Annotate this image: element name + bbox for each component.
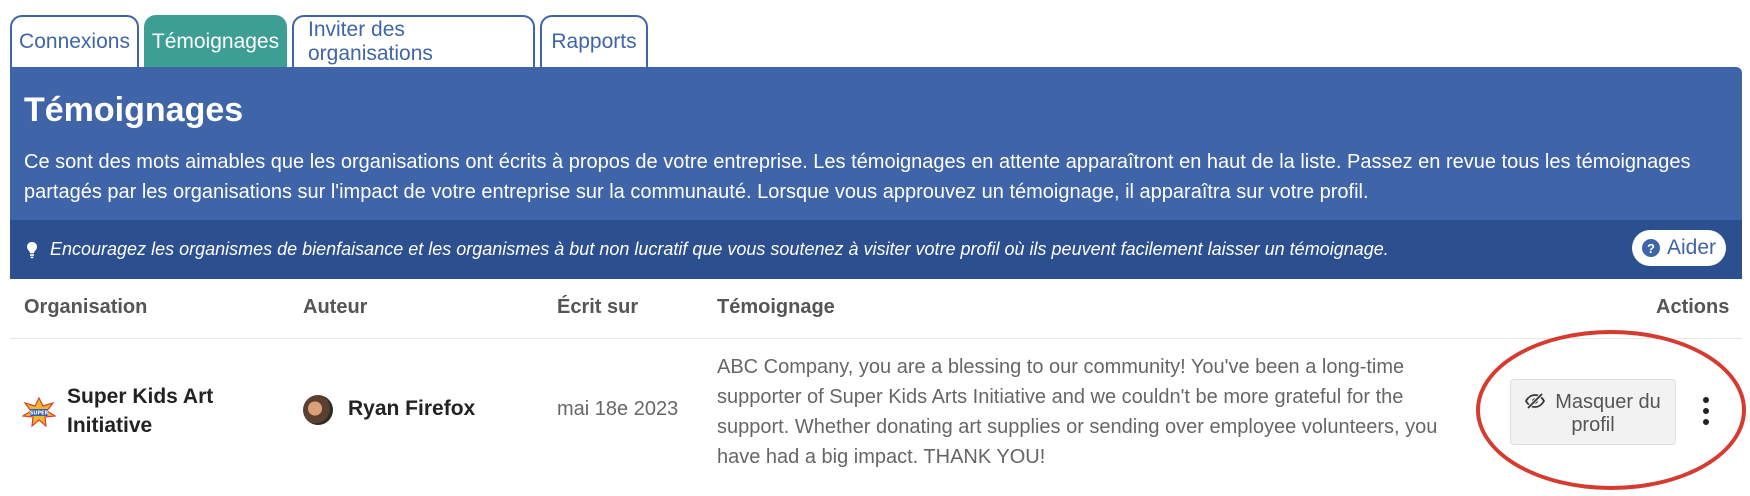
column-header-actions: Actions: [1656, 296, 1730, 318]
tab-rapports[interactable]: Rapports: [540, 15, 648, 67]
author-avatar: [303, 395, 333, 425]
author-name[interactable]: Ryan Firefox: [348, 397, 475, 421]
column-header-ecrit-sur[interactable]: Écrit sur: [557, 296, 638, 319]
page-title: Témoignages: [24, 91, 244, 129]
tab-bar: Connexions Témoignages Inviter des organ…: [10, 15, 653, 67]
column-header-temoignage[interactable]: Témoignage: [717, 296, 835, 319]
testimonial-text: ABC Company, you are a blessing to our c…: [717, 356, 1438, 468]
written-date: mai 18e 2023: [557, 398, 679, 420]
help-button[interactable]: ? Aider: [1632, 230, 1726, 266]
lightbulb-icon: [24, 239, 40, 261]
tab-inviter-organisations[interactable]: Inviter des organisations: [292, 15, 535, 67]
testimonials-banner: Témoignages Ce sont des mots aimables qu…: [10, 67, 1742, 279]
svg-text:SUPER: SUPER: [30, 411, 49, 417]
column-header-auteur[interactable]: Auteur: [303, 296, 367, 319]
tip-text: Encouragez les organismes de bienfaisanc…: [50, 239, 1389, 259]
tab-connexions[interactable]: Connexions: [10, 15, 139, 67]
organisation-name[interactable]: Super Kids Art Initiative: [67, 382, 267, 440]
highlight-annotation: [1476, 330, 1746, 490]
column-header-organisation[interactable]: Organisation: [24, 296, 147, 319]
header-divider: [10, 338, 1742, 339]
tip-bar: Encouragez les organismes de bienfaisanc…: [10, 220, 1742, 279]
tab-temoignages[interactable]: Témoignages: [144, 15, 287, 67]
question-circle-icon: ?: [1641, 239, 1660, 257]
banner-description: Ce sont des mots aimables que les organi…: [24, 151, 1691, 203]
organisation-logo: SUPER: [21, 396, 57, 428]
help-button-label: Aider: [1666, 236, 1717, 259]
